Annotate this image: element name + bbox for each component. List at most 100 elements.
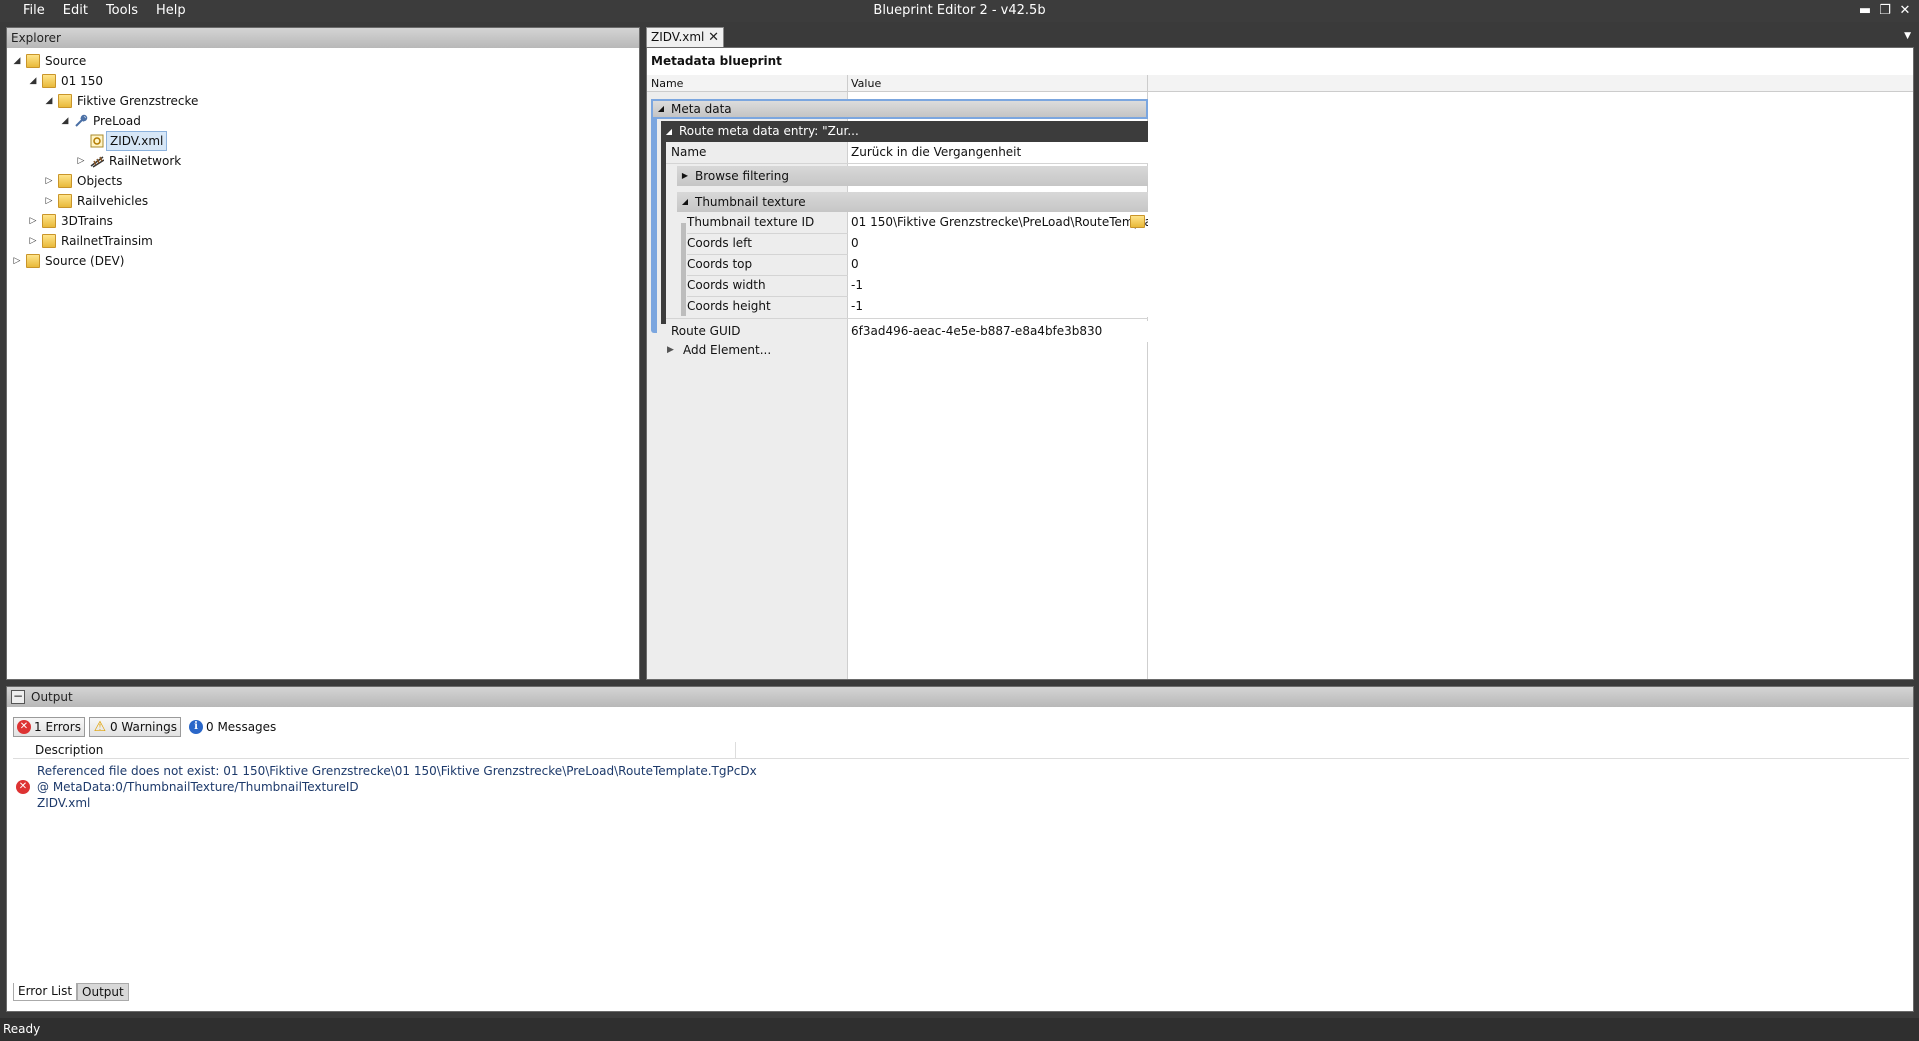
tree-item-railnettrainsim[interactable]: ▷ RailnetTrainsim	[7, 231, 639, 251]
output-tabs: Error List Output	[13, 983, 129, 1001]
property-row-route-guid[interactable]: Route GUID 6f3ad496-aeac-4e5e-b887-e8a4b…	[671, 321, 1148, 342]
menu-file[interactable]: File	[14, 0, 54, 22]
tree-item-label[interactable]: ZIDV.xml	[106, 131, 168, 151]
column-header-description[interactable]: Description	[13, 742, 1909, 759]
expanded-icon[interactable]: ◢	[679, 192, 691, 212]
messages-count: 0 Messages	[206, 720, 277, 734]
expanded-icon[interactable]: ◢	[28, 71, 38, 91]
tree-item-label[interactable]: 3DTrains	[58, 211, 116, 231]
errors-count: 1 Errors	[34, 720, 81, 734]
tree-item-label[interactable]: 01 150	[58, 71, 106, 91]
tree-item-preload[interactable]: ◢ PreLoad	[7, 111, 639, 131]
maximize-icon[interactable]: ❐	[1875, 0, 1895, 22]
warnings-filter-button[interactable]: ⚠ 0 Warnings	[88, 717, 181, 737]
tree-item-source-dev[interactable]: ▷ Source (DEV)	[7, 251, 639, 271]
property-value-field[interactable]: 01 150\Fiktive Grenzstrecke\PreLoad\Rout…	[848, 212, 1148, 233]
tree-item-fiktive-grenzstrecke[interactable]: ◢ Fiktive Grenzstrecke	[7, 91, 639, 111]
column-divider[interactable]	[735, 742, 736, 759]
expanded-icon[interactable]: ◢	[655, 101, 667, 117]
explorer-header: Explorer	[7, 28, 639, 48]
column-divider[interactable]	[1147, 75, 1148, 92]
property-row-coords-height[interactable]: Coords height -1	[687, 296, 1148, 317]
tree-item-railnetwork[interactable]: ▷ RailNetwork	[7, 151, 639, 171]
group-label: Route meta data entry: "Zur...	[679, 124, 859, 138]
collapsed-icon[interactable]: ▷	[76, 151, 86, 171]
collapsed-icon[interactable]: ▶	[679, 166, 691, 186]
group-label: Browse filtering	[695, 169, 789, 183]
menu-help[interactable]: Help	[147, 0, 195, 22]
tab-output[interactable]: Output	[77, 983, 129, 1001]
tree-item-3dtrains[interactable]: ▷ 3DTrains	[7, 211, 639, 231]
error-file: ZIDV.xml	[37, 796, 91, 810]
property-value-field[interactable]: Zurück in die Vergangenheit	[848, 142, 1148, 163]
expanded-icon[interactable]: ◢	[663, 121, 675, 142]
property-value-field[interactable]: 6f3ad496-aeac-4e5e-b887-e8a4bfe3b830	[848, 321, 1148, 342]
tree-item-zidv-xml[interactable]: ZIDV.xml	[7, 131, 639, 151]
group-browse-filtering[interactable]: ▶ Browse filtering	[677, 166, 1148, 186]
tree-item-railvehicles[interactable]: ▷ Railvehicles	[7, 191, 639, 211]
property-row-thumbnail-texture-id[interactable]: Thumbnail texture ID 01 150\Fiktive Gren…	[687, 212, 1148, 233]
status-text: Ready	[3, 1022, 41, 1036]
folder-icon	[58, 194, 72, 208]
collapsed-icon[interactable]: ▷	[12, 251, 22, 271]
property-row-coords-left[interactable]: Coords left 0	[687, 233, 1148, 254]
collapsed-icon[interactable]: ▷	[44, 191, 54, 211]
tree-item-label[interactable]: Objects	[74, 171, 125, 191]
warning-icon: ⚠	[93, 719, 107, 735]
collapsed-icon[interactable]: ▷	[28, 211, 38, 231]
tree-item-label[interactable]: RailnetTrainsim	[58, 231, 156, 251]
explorer-panel: Explorer ◢ Source ◢ 01 150 ◢ Fiktive Gre…	[6, 27, 640, 680]
menu-edit[interactable]: Edit	[54, 0, 97, 22]
expanded-icon[interactable]: ◢	[60, 111, 70, 131]
tab-zidv-xml[interactable]: ZIDV.xml ✕	[646, 27, 724, 47]
column-header-value[interactable]: Value	[851, 77, 881, 90]
property-row-coords-top[interactable]: Coords top 0	[687, 254, 1148, 275]
error-list-row[interactable]: ✕ Referenced file does not exist: 01 150…	[13, 763, 913, 811]
property-grid: Name Value ◢ Meta data ◢ Route meta data…	[647, 75, 1913, 679]
messages-filter-button[interactable]: i 0 Messages	[185, 717, 280, 737]
tree-item-source[interactable]: ◢ Source	[7, 51, 639, 71]
tree-item-label[interactable]: Source (DEV)	[42, 251, 127, 271]
column-header-name[interactable]: Name	[651, 77, 683, 90]
tree-item-label[interactable]: PreLoad	[90, 111, 144, 131]
minimize-icon[interactable]: ▬	[1855, 0, 1875, 22]
tab-label: ZIDV.xml	[651, 30, 705, 44]
expanded-icon[interactable]: ◢	[44, 91, 54, 111]
group-route-meta-data-entry[interactable]: ◢ Route meta data entry: "Zur...	[661, 121, 1148, 142]
tree-item-objects[interactable]: ▷ Objects	[7, 171, 639, 191]
error-filter-bar: ✕ 1 Errors ⚠ 0 Warnings i 0 Messages	[13, 717, 280, 737]
menu-tools[interactable]: Tools	[97, 0, 147, 22]
browse-folder-icon[interactable]	[1130, 215, 1145, 228]
collapse-icon[interactable]: −	[11, 690, 25, 704]
error-icon: ✕	[17, 720, 31, 734]
tree-item-label[interactable]: Fiktive Grenzstrecke	[74, 91, 201, 111]
expanded-icon[interactable]: ◢	[12, 51, 22, 71]
property-value-field[interactable]: 0	[848, 233, 1148, 254]
group-thumbnail-texture[interactable]: ◢ Thumbnail texture	[677, 192, 1148, 212]
close-icon[interactable]: ✕	[1895, 0, 1915, 22]
window-controls: ▬ ❐ ✕	[1855, 0, 1915, 22]
tree-item-01-150[interactable]: ◢ 01 150	[7, 71, 639, 91]
tree-item-label[interactable]: Source	[42, 51, 89, 71]
property-row-coords-width[interactable]: Coords width -1	[687, 275, 1148, 296]
group-label: Thumbnail texture	[695, 195, 806, 209]
column-divider[interactable]	[847, 75, 848, 92]
folder-icon	[58, 94, 72, 108]
collapsed-icon[interactable]: ▷	[44, 171, 54, 191]
tab-error-list[interactable]: Error List	[13, 983, 78, 1001]
error-path: @ MetaData:0/ThumbnailTexture/ThumbnailT…	[37, 780, 359, 794]
property-row-name[interactable]: Name Zurück in die Vergangenheit	[671, 142, 1148, 163]
chevron-down-icon[interactable]: ▼	[1904, 31, 1911, 41]
tree-item-label[interactable]: RailNetwork	[106, 151, 184, 171]
errors-filter-button[interactable]: ✕ 1 Errors	[13, 717, 85, 737]
property-value-field[interactable]: 0	[848, 254, 1148, 275]
close-icon[interactable]: ✕	[708, 28, 719, 47]
property-value-field[interactable]: -1	[848, 296, 1148, 317]
group-indent-bar	[651, 117, 657, 333]
menu-bar: File Edit Tools Help	[14, 0, 195, 22]
collapsed-icon[interactable]: ▷	[28, 231, 38, 251]
warnings-count: 0 Warnings	[109, 720, 177, 734]
tree-item-label[interactable]: Railvehicles	[74, 191, 151, 211]
group-meta-data[interactable]: ◢ Meta data	[651, 99, 1148, 119]
property-value-field[interactable]: -1	[848, 275, 1148, 296]
